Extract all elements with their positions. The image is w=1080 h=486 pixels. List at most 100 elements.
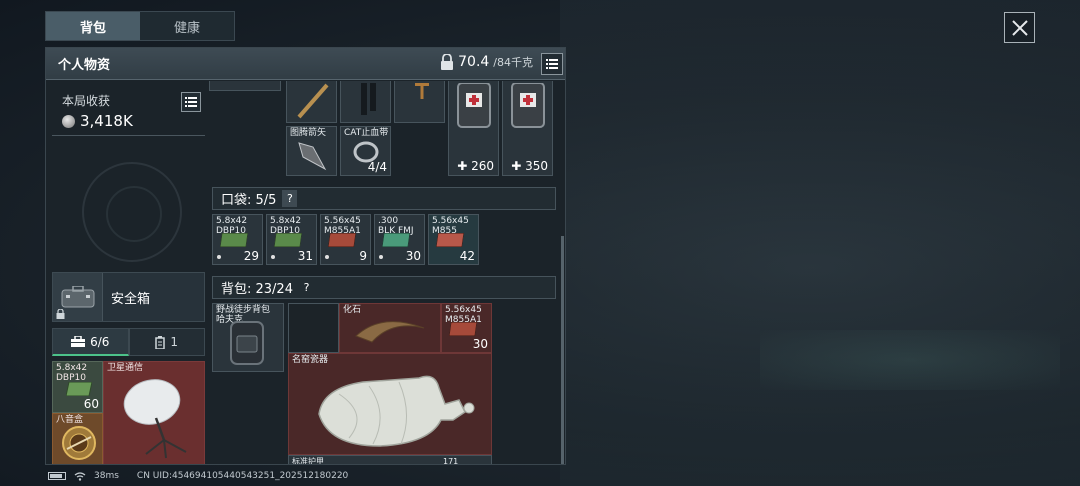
arrow-icon: [297, 83, 329, 119]
tab-toolbox[interactable]: 6/6: [52, 328, 129, 356]
item-cell-arrow-bundle[interactable]: [286, 81, 337, 123]
tab-backpack[interactable]: 背包: [46, 12, 140, 40]
safe-slot-ammo-name: 5.8x42 DBP10: [56, 363, 88, 383]
item-count: 4/4: [367, 160, 387, 174]
item-cell-totem-arrow[interactable]: 图腾箭矢: [286, 126, 337, 176]
harvest-list-button[interactable]: [181, 92, 201, 112]
safe-slot-satellite-name: 卫星通信: [107, 363, 144, 373]
pocket-label: 口袋: 5/5: [221, 193, 277, 208]
gear-strap-icon: [361, 83, 376, 115]
panel-header: 个人物资 70.4/84千克: [46, 48, 565, 80]
pocket-item-1[interactable]: 5.8x42 DBP10 29: [212, 214, 263, 265]
wifi-icon: [74, 471, 86, 481]
backpack-item-fossil[interactable]: 化石: [339, 303, 441, 353]
tag-dot: [325, 255, 329, 259]
backpack-label: 背包: 23/24: [221, 282, 293, 297]
safe-box-label: 安全箱: [111, 291, 151, 307]
medkit-icon: [511, 83, 545, 128]
item-cell-tourniquet[interactable]: CAT止血带 4/4: [340, 126, 391, 176]
ammo-box-icon: [220, 233, 248, 247]
porcelain-vase-icon: [318, 375, 475, 447]
faction-emblem-icon: [82, 162, 182, 262]
arrowhead-icon: [298, 142, 327, 171]
backpack-item-ammo[interactable]: 5.56x45 M855A1 30: [441, 303, 492, 353]
item-cell-partial[interactable]: [209, 81, 281, 91]
harvest-summary: 本局收获 3,418K: [52, 84, 205, 136]
safe-slot-satellite[interactable]: 卫星通信: [103, 361, 205, 464]
background-fog: [560, 0, 1080, 486]
safe-box-grid: 5.8x42 DBP10 60 卫星通信 八音盒: [52, 361, 205, 464]
top-tabs: 背包 健康: [45, 11, 235, 41]
weight-readout: 70.4/84千克: [440, 54, 533, 70]
item-count: 30: [405, 249, 421, 263]
tag-dot: [271, 255, 275, 259]
tag-dot: [217, 255, 221, 259]
ammo-box-icon: [274, 233, 302, 247]
ammo-box-icon: [449, 322, 477, 336]
tab-health[interactable]: 健康: [140, 12, 234, 40]
fossil-claw-icon: [355, 321, 425, 343]
weight-max: /84千克: [493, 56, 533, 69]
tab-canister-label: 1: [170, 335, 179, 349]
grid-scrollbar[interactable]: [561, 236, 564, 464]
tab-toolbox-label: 6/6: [90, 334, 110, 349]
item-cell-medkit-1[interactable]: ✚ 260: [448, 81, 499, 176]
background-glow: [760, 330, 1060, 390]
item-count: 29: [243, 249, 259, 263]
item-cell-key[interactable]: [394, 81, 445, 123]
help-icon[interactable]: ?: [282, 190, 298, 207]
list-icon: [185, 97, 197, 107]
harvest-label: 本局收获: [62, 94, 111, 108]
coin-icon: [62, 114, 75, 128]
pocket-item-3[interactable]: 5.56x45 M855A1 9: [320, 214, 371, 265]
ping-text: 38ms: [94, 471, 119, 481]
safe-box-thumbnail: [53, 273, 103, 321]
close-button[interactable]: [1004, 12, 1035, 43]
weight-current: 70.4: [458, 54, 490, 70]
pocket-item-2[interactable]: 5.8x42 DBP10 31: [266, 214, 317, 265]
item-durability: 171: [443, 457, 459, 465]
canister-icon: [155, 335, 166, 349]
backpack-equipped[interactable]: 野战徒步背包 哈夫克: [212, 303, 284, 372]
item-count: 42: [459, 249, 475, 263]
backpack-empty-slot[interactable]: [288, 303, 339, 353]
pocket-item-5[interactable]: 5.56x45 M855 42: [428, 214, 479, 265]
sort-list-button[interactable]: [541, 53, 563, 75]
item-cell-medkit-2[interactable]: ✚ 350: [502, 81, 553, 176]
ammo-box-icon: [436, 233, 464, 247]
toolbox-icon: [71, 336, 86, 347]
safe-slot-music-box[interactable]: 八音盒: [52, 413, 103, 464]
backpack-icon: [230, 321, 264, 365]
left-column: 本局收获 3,418K 安全箱 6/6 1 5.8x42 DBP10 60 卫星…: [52, 84, 205, 464]
item-count: 9: [359, 249, 367, 263]
safe-slot-ammo[interactable]: 5.8x42 DBP10 60: [52, 361, 103, 413]
briefcase-icon: [61, 286, 94, 308]
ammo-box-icon: [328, 233, 356, 247]
status-bar: 38ms CN UID:454694105440543251_202512180…: [48, 471, 348, 481]
tab-canister[interactable]: 1: [128, 328, 205, 356]
backpack-item-armor[interactable]: 标准护甲 171: [288, 455, 492, 465]
list-icon: [546, 59, 558, 69]
help-icon[interactable]: ?: [299, 279, 314, 296]
harvest-value: 3,418K: [80, 112, 133, 130]
key-icon: [415, 83, 429, 99]
item-count: 31: [297, 249, 313, 263]
inventory-panel: 个人物资 70.4/84千克 本局收获 3,418K 安全箱 6/6 1 5.8…: [45, 47, 566, 465]
satellite-dish-icon: [123, 379, 187, 459]
item-count: 30: [472, 337, 488, 351]
uid-text: CN UID:454694105440543251_202512180220: [136, 471, 349, 481]
pocket-item-4[interactable]: .300 BLK FMJ 30: [374, 214, 425, 265]
container-tabs: 6/6 1: [52, 328, 205, 356]
item-name: 图腾箭矢: [290, 128, 327, 138]
battery-icon: [48, 472, 66, 480]
medkit-1-heal: ✚ 260: [457, 159, 494, 173]
pocket-section-header: 口袋: 5/5 ?: [212, 187, 556, 210]
medkit-icon: [457, 83, 491, 128]
safe-box-slot[interactable]: 安全箱: [52, 272, 205, 322]
item-name: CAT止血带: [344, 128, 389, 138]
weight-lock-icon: [441, 54, 454, 70]
item-cell-dark-gear[interactable]: [340, 81, 391, 123]
backpack-item-porcelain[interactable]: 名窑瓷器: [288, 353, 492, 455]
ammo-box-icon: [382, 233, 410, 247]
music-box-icon: [62, 426, 96, 460]
